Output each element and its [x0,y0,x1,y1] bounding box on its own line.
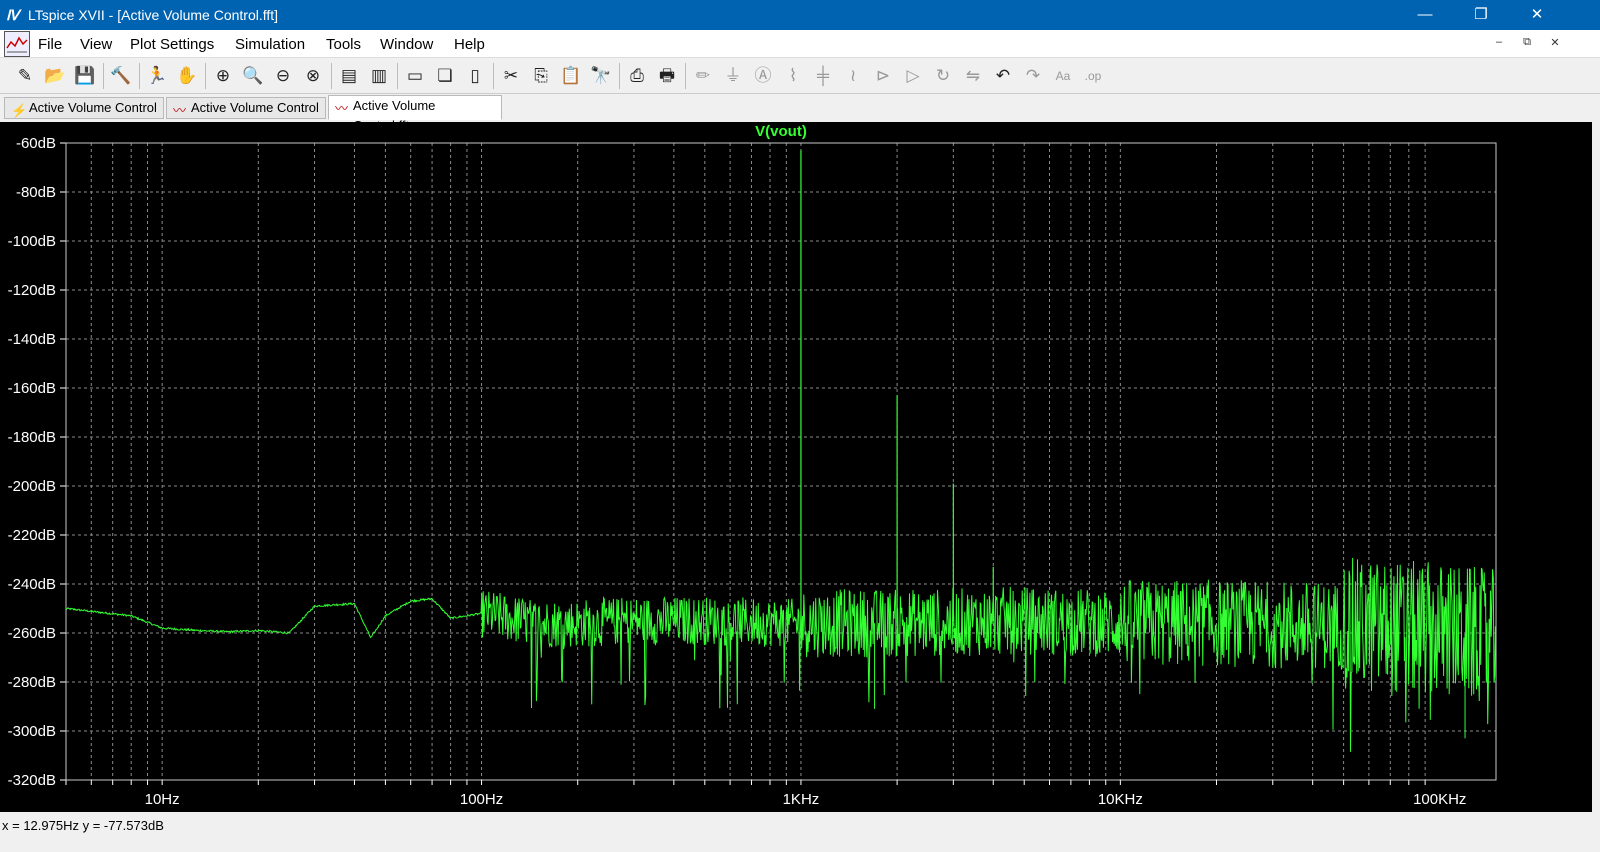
minimize-button[interactable]: — [1396,0,1454,30]
spice-directive-icon[interactable]: .op [1080,64,1106,88]
toolbar: ✎ 📂 💾 🔨 🏃 ✋ ⊕ 🔍 ⊖ ⊗ ▤ ▥ ▭ ❏ ▯ ✂ ⎘ 📋 🔭 ⎙ 🖶 ✏ ⏚ Ⓐ ⌇ ╪ ≀ ⊳ ▷ ↻ ⇋ ↶ ↷ Aa .op [0,58,1600,94]
fft-icon: 〰 [335,101,349,116]
y-tick-label: -60dB [16,135,56,152]
toolbar-separator [103,63,104,89]
autorange-icon[interactable]: ▤ [336,64,362,88]
y-tick-label: -100dB [8,233,56,250]
new-schematic-icon[interactable]: ✎ [12,64,38,88]
window-title: LTspice XVII - [Active Volume Control.ff… [28,7,279,23]
zoom-out-icon[interactable]: ⊖ [270,64,296,88]
diode-icon[interactable]: ⊳ [870,64,896,88]
fft-plot[interactable]: -60dB -80dB -100dB -120dB -140dB -160dB -180dB… [0,122,1592,812]
x-tick-label: 10Hz [145,791,180,808]
tab-fft[interactable]: 〰 Active Volume Control.fft [328,95,502,133]
tab-waveform[interactable]: 〰 Active Volume Control [166,97,326,119]
y-tick-label: -200dB [8,478,56,495]
control-panel-icon[interactable]: 🔨 [108,64,134,88]
y-tick-label: -140dB [8,331,56,348]
undo-icon[interactable]: ↶ [990,64,1016,88]
toolbar-separator [493,63,494,89]
menu-tools[interactable]: Tools [326,36,361,53]
paste-icon[interactable]: 📋 [558,64,584,88]
resistor-icon[interactable]: ⌇ [780,64,806,88]
fft-plot-pane[interactable]: -60dB -80dB -100dB -120dB -140dB -160dB -180dB… [0,122,1592,812]
menu-window[interactable]: Window [380,36,433,53]
y-tick-label: -160dB [8,380,56,397]
zoom-in-icon[interactable]: ⊕ [210,64,236,88]
toolbar-separator [397,63,398,89]
schematic-icon: ⚡ [11,103,28,118]
plot-settings-icon[interactable]: ▥ [366,64,392,88]
trace-title: V(vout) [755,123,807,140]
x-tick-label: 100Hz [460,791,503,808]
trace-line [65,557,1496,752]
y-tick-label: -320dB [8,772,56,789]
x-tick-label: 10KHz [1098,791,1143,808]
mdi-restore-button[interactable]: ⧉ [1518,36,1536,52]
halt-icon[interactable]: ✋ [174,64,200,88]
toolbar-separator [139,63,140,89]
toolbar-separator [619,63,620,89]
menu-help[interactable]: Help [454,36,485,53]
component-icon[interactable]: ▷ [900,64,926,88]
text-icon[interactable]: Aa [1050,64,1076,88]
y-tick-label: -120dB [8,282,56,299]
redo-icon[interactable]: ↷ [1020,64,1046,88]
rotate-icon[interactable]: ↻ [930,64,956,88]
mdi-minimize-button[interactable]: – [1490,36,1508,52]
mdi-close-button[interactable]: ✕ [1546,36,1564,52]
y-tick-label: -220dB [8,527,56,544]
x-tick-label: 1KHz [783,791,820,808]
waveform-icon: 〰 [173,103,187,118]
run-icon[interactable]: 🏃 [144,64,170,88]
tile-vertical-icon[interactable]: ▯ [462,64,488,88]
find-icon[interactable]: 🔭 [588,64,614,88]
document-tabs: ⚡ Active Volume Control 〰 Active Volume … [0,95,1600,133]
ltspice-logo-icon: Ⅳ [6,7,19,23]
x-tick-label: 100KHz [1413,791,1466,808]
tab-label: Active Volume Control [29,100,157,115]
cursor-readout: x = 12.975Hz y = -77.573dB [2,818,164,833]
menu-plot-settings[interactable]: Plot Settings [130,36,214,53]
y-tick-label: -300dB [8,723,56,740]
plot-frame [65,142,1497,781]
print-preview-icon[interactable]: ⎙ [624,64,650,88]
capacitor-icon[interactable]: ╪ [810,64,836,88]
tab-label: Active Volume Control [191,100,319,115]
label-icon[interactable]: Ⓐ [750,64,776,88]
toolbar-separator [331,63,332,89]
y-tick-label: -280dB [8,674,56,691]
mirror-icon[interactable]: ⇋ [960,64,986,88]
wire-icon[interactable]: ✏ [690,64,716,88]
print-icon[interactable]: 🖶 [654,64,680,88]
y-tick-label: -240dB [8,576,56,593]
toolbar-separator [205,63,206,89]
y-tick-label: -80dB [16,184,56,201]
y-tick-label: -180dB [8,429,56,446]
menu-bar: File View Plot Settings Simulation Tools… [0,30,1600,58]
zoom-area-icon[interactable]: 🔍 [240,64,266,88]
document-waveform-icon[interactable] [4,31,30,57]
ground-icon[interactable]: ⏚ [720,64,746,88]
pane-edge [1592,122,1600,812]
zoom-fit-icon[interactable]: ⊗ [300,64,326,88]
cut-icon[interactable]: ✂ [498,64,524,88]
cascade-icon[interactable]: ❏ [432,64,458,88]
open-icon[interactable]: 📂 [42,64,68,88]
restore-button[interactable]: ❐ [1452,0,1510,30]
inductor-icon[interactable]: ≀ [840,64,866,88]
menu-view[interactable]: View [80,36,112,53]
menu-file[interactable]: File [38,36,62,53]
menu-simulation[interactable]: Simulation [235,36,305,53]
tile-horizontal-icon[interactable]: ▭ [402,64,428,88]
status-bar: x = 12.975Hz y = -77.573dB [0,813,1600,852]
title-bar: Ⅳ LTspice XVII - [Active Volume Control.… [0,0,1600,30]
y-tick-label: -260dB [8,625,56,642]
tab-schematic[interactable]: ⚡ Active Volume Control [4,97,164,119]
save-icon[interactable]: 💾 [72,64,98,88]
copy-icon[interactable]: ⎘ [528,64,554,88]
close-button[interactable]: ✕ [1508,0,1566,30]
toolbar-separator [685,63,686,89]
